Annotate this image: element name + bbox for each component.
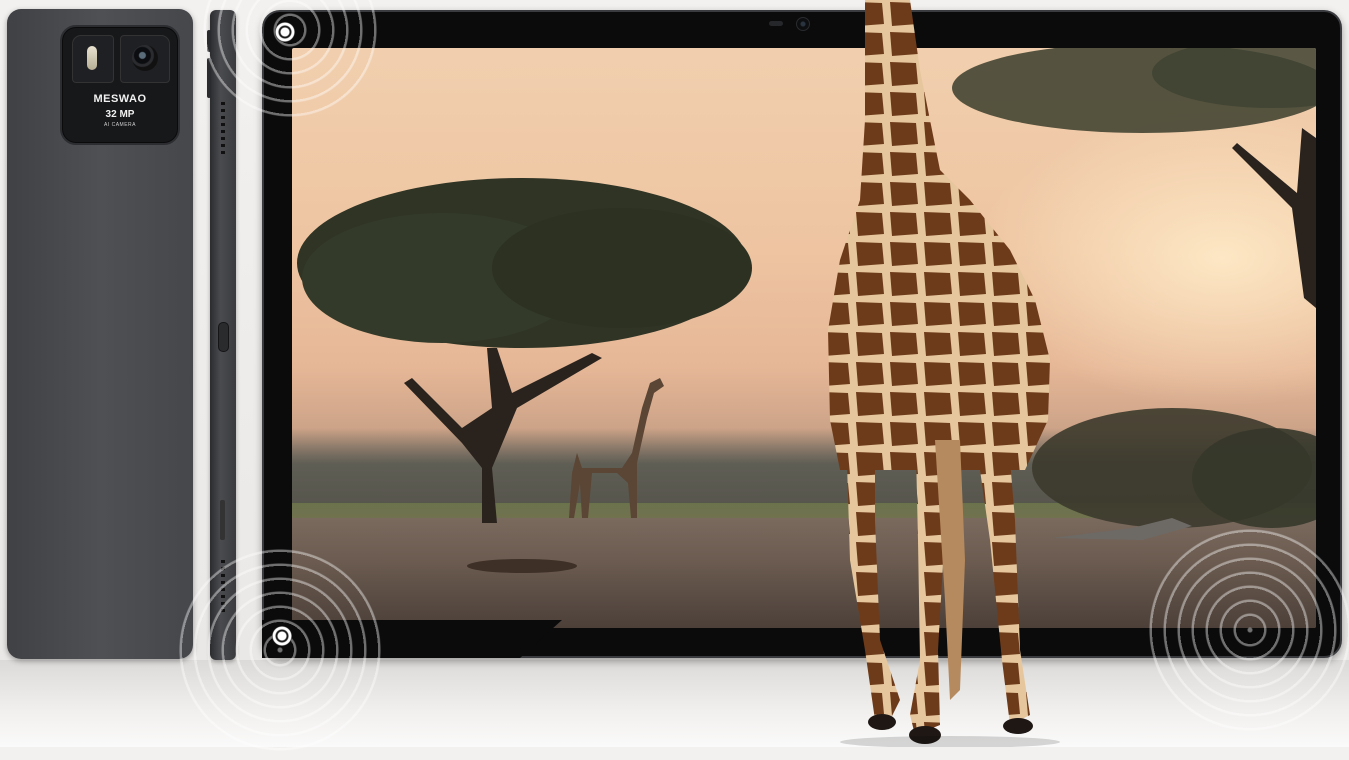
usb-c-port-icon bbox=[218, 322, 229, 352]
flash-icon bbox=[72, 35, 114, 83]
tablet-side-profile bbox=[207, 10, 236, 660]
power-button bbox=[207, 30, 211, 52]
camera-lens-icon bbox=[120, 35, 170, 83]
brand-label: MESWAO bbox=[93, 93, 147, 105]
speaker-grille-top bbox=[221, 102, 225, 154]
camera-spec-label: 32 MP bbox=[105, 109, 135, 120]
light-sensor bbox=[769, 21, 783, 26]
speaker-top-left-icon bbox=[275, 22, 295, 42]
front-camera-icon bbox=[796, 17, 810, 31]
rear-camera-module: MESWAO 32 MP AI CAMERA bbox=[60, 25, 180, 145]
tablet-back: MESWAO 32 MP AI CAMERA bbox=[7, 9, 193, 659]
tablet-front bbox=[262, 10, 1342, 658]
acacia-tree-left bbox=[297, 178, 752, 523]
dirt-mound bbox=[467, 559, 577, 573]
tablet-screen bbox=[292, 48, 1316, 628]
camera-sub-label: AI CAMERA bbox=[103, 122, 136, 128]
distant-giraffe bbox=[569, 378, 664, 518]
bezel-wedge bbox=[262, 620, 562, 658]
savanna-scene bbox=[297, 48, 1316, 573]
volume-button bbox=[207, 58, 211, 98]
foreground-giraffe bbox=[828, 0, 1060, 747]
bushes-right bbox=[1032, 408, 1316, 540]
floor-reflection bbox=[0, 660, 1349, 747]
card-slot bbox=[220, 500, 225, 540]
speaker-grille-bottom bbox=[221, 560, 225, 612]
speaker-bottom-left-icon bbox=[272, 626, 292, 646]
